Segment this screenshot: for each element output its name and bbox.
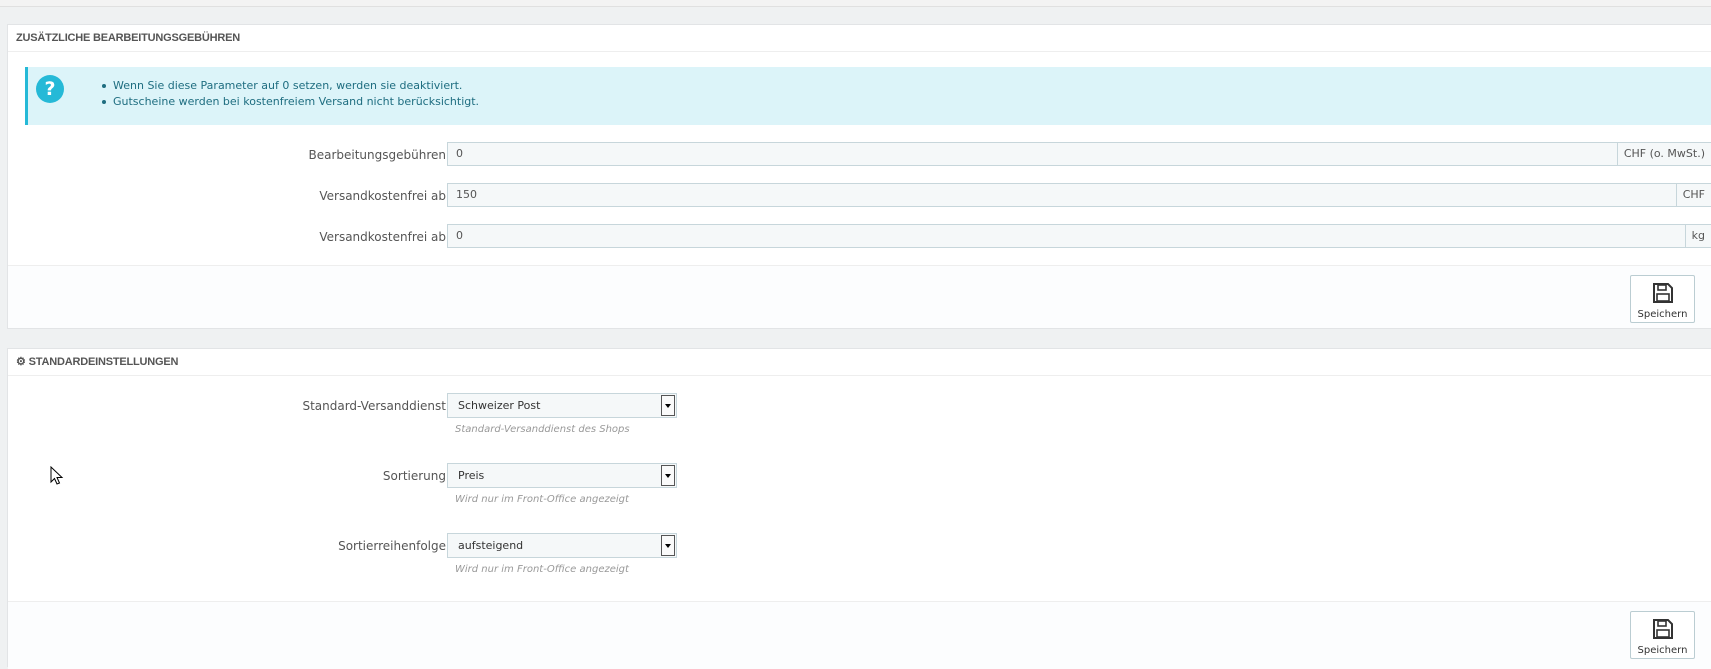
sort-order-help: Wird nur im Front-Office angezeigt: [455, 564, 629, 575]
sort-by-select[interactable]: Preis: [447, 463, 677, 488]
top-strip: [0, 0, 1711, 7]
chevron-down-icon[interactable]: [661, 535, 675, 556]
info-list: Wenn Sie diese Parameter auf 0 setzen, w…: [102, 78, 479, 110]
defaults-panel-title: ⚙ STANDARDEINSTELLUNGEN: [8, 349, 1711, 376]
sort-order-label: Sortierreihenfolge: [338, 539, 446, 553]
save-button-label: Speichern: [1637, 645, 1688, 656]
mouse-pointer-icon: [50, 466, 64, 485]
defaults-panel-footer: Speichern: [8, 601, 1711, 669]
default-carrier-label: Standard-Versanddienst: [302, 399, 446, 413]
info-note: Wenn Sie diese Parameter auf 0 setzen, w…: [102, 78, 479, 94]
chevron-down-icon[interactable]: [661, 395, 675, 416]
sort-order-value: aufsteigend: [458, 539, 524, 552]
fees-panel: ZUSÄTZLICHE BEARBEITUNGSGEBÜHREN ? Wenn …: [7, 24, 1711, 329]
save-button[interactable]: Speichern: [1630, 611, 1695, 659]
floppy-disk-icon: [1652, 283, 1673, 303]
free-shipping-weight-row: Versandkostenfrei ab 0 kg: [8, 224, 1711, 250]
sort-by-help: Wird nur im Front-Office angezeigt: [455, 494, 629, 505]
sort-by-value: Preis: [458, 469, 485, 482]
default-carrier-row: Standard-Versanddienst Schweizer Post: [8, 393, 1711, 419]
free-shipping-price-input[interactable]: 150 CHF: [447, 183, 1711, 207]
free-shipping-weight-unit: kg: [1684, 225, 1711, 247]
cogs-icon: ⚙: [16, 356, 26, 368]
default-carrier-select[interactable]: Schweizer Post: [447, 393, 677, 418]
default-carrier-value: Schweizer Post: [458, 399, 541, 412]
free-shipping-price-value[interactable]: 150: [448, 184, 1676, 206]
sort-order-row: Sortierreihenfolge aufsteigend: [8, 533, 1711, 559]
defaults-panel: ⚙ STANDARDEINSTELLUNGEN Standard-Versand…: [7, 348, 1711, 669]
free-shipping-weight-input[interactable]: 0 kg: [447, 224, 1711, 248]
sort-by-row: Sortierung Preis: [8, 463, 1711, 489]
save-button[interactable]: Speichern: [1630, 275, 1695, 323]
question-circle-icon: ?: [36, 75, 64, 103]
info-alert: ? Wenn Sie diese Parameter auf 0 setzen,…: [25, 67, 1711, 125]
default-carrier-help: Standard-Versanddienst des Shops: [455, 424, 630, 435]
defaults-panel-title-text: STANDARDEINSTELLUNGEN: [28, 356, 179, 368]
save-button-label: Speichern: [1637, 309, 1688, 320]
chevron-down-icon[interactable]: [661, 465, 675, 486]
free-shipping-weight-value[interactable]: 0: [448, 225, 1685, 247]
handling-fee-input[interactable]: 0 CHF (o. MwSt.): [447, 142, 1711, 166]
handling-fee-unit: CHF (o. MwSt.): [1616, 143, 1711, 165]
floppy-disk-icon: [1652, 619, 1673, 639]
sort-by-label: Sortierung: [382, 469, 446, 483]
fees-panel-title: ZUSÄTZLICHE BEARBEITUNGSGEBÜHREN: [8, 25, 1711, 52]
handling-fee-label: Bearbeitungsgebühren: [308, 148, 446, 162]
free-shipping-price-label: Versandkostenfrei ab: [319, 189, 446, 203]
handling-fee-row: Bearbeitungsgebühren 0 CHF (o. MwSt.): [8, 142, 1711, 168]
fees-panel-footer: Speichern: [8, 265, 1711, 328]
handling-fee-value[interactable]: 0: [448, 143, 1617, 165]
free-shipping-price-unit: CHF: [1675, 184, 1711, 206]
info-note: Gutscheine werden bei kostenfreiem Versa…: [102, 94, 479, 110]
sort-order-select[interactable]: aufsteigend: [447, 533, 677, 558]
free-shipping-weight-label: Versandkostenfrei ab: [319, 230, 446, 244]
free-shipping-price-row: Versandkostenfrei ab 150 CHF: [8, 183, 1711, 209]
fees-panel-title-text: ZUSÄTZLICHE BEARBEITUNGSGEBÜHREN: [16, 32, 240, 44]
